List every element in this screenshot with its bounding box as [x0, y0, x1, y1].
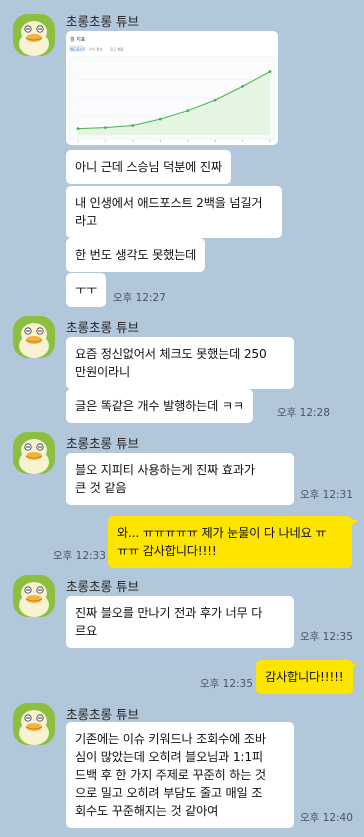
- chart-x-tick-label: 2: [104, 139, 106, 143]
- chart-x-tick-label: 4: [159, 139, 161, 143]
- my-message-bubble: 와... ㅠㅠㅠㅠㅠ 제가 눈물이 다 나네요 ㅠ ㅠㅠ 감사합니다!!!!: [108, 516, 352, 568]
- message-time: 오후 12:28: [277, 407, 330, 419]
- avatar[interactable]: [13, 14, 55, 56]
- chart-tab-0: 애드포스트: [70, 47, 86, 52]
- sender-name: 초롱초롱 튜브: [66, 579, 139, 594]
- message-bubble: 내 인생에서 애드포스트 2백을 넘길거 라고: [66, 186, 282, 238]
- message-time: 오후 12:35: [300, 631, 353, 643]
- chart-point: [268, 70, 272, 73]
- message-bubble: 블오 지피티 사용하는게 진짜 효과가 큰 것 같음: [66, 453, 294, 505]
- chart-point: [131, 124, 135, 127]
- tube-duck-icon: [13, 432, 55, 474]
- message-bubble: ㅜㅜ: [66, 273, 107, 307]
- chart-header-label: 월 지표: [70, 36, 86, 43]
- shared-chart: 월 지표 애드포스트 수익 통계 광고 현황 1 2 3 4 5 6 7 8: [69, 36, 275, 143]
- chart-tab-2: 광고 현황: [110, 47, 124, 52]
- message-time: 오후 12:27: [113, 292, 166, 304]
- chart-x-tick-label: 7: [242, 139, 244, 143]
- message-bubble: 진짜 블오를 만나기 전과 후가 너무 다 르요: [66, 596, 294, 648]
- chart-point: [76, 127, 80, 131]
- shared-image[interactable]: 월 지표 애드포스트 수익 통계 광고 현황 1 2 3 4 5 6 7 8: [66, 31, 278, 145]
- message-time: 오후 12:35: [200, 678, 253, 690]
- chart-point: [213, 98, 217, 102]
- avatar[interactable]: [13, 432, 55, 474]
- message-bubble: 기존에는 이슈 키워드나 조회수에 조바 심이 많았는데 오히려 블오님과 1:…: [66, 722, 294, 828]
- chart-point: [158, 117, 162, 121]
- message-bubble: 요즘 정신없어서 체크도 못했는데 250 만원이라니: [66, 337, 294, 389]
- avatar[interactable]: [13, 316, 55, 358]
- message-time: 오후 12:33: [53, 550, 106, 562]
- tube-duck-icon: [13, 14, 55, 56]
- chart-x-tick-label: 5: [187, 139, 189, 143]
- chart-x-tick-label: 1: [77, 139, 79, 143]
- tube-duck-icon: [13, 703, 55, 745]
- chart-x-tick-label: 3: [132, 139, 134, 143]
- message-bubble: 한 번도 생각도 못했는데: [66, 238, 206, 272]
- chart-x-tick-label: 8: [269, 139, 271, 143]
- my-bubble-tail: [350, 520, 358, 527]
- message-bubble: 글은 똑같은 개수 발행하는데 ㅋㅋ: [66, 389, 253, 423]
- chart-x-tick-label: 6: [214, 139, 216, 143]
- my-message-bubble: 감사합니다!!!!!: [256, 660, 353, 694]
- chart-tab-1: 수익 통계: [89, 47, 103, 52]
- chart-point: [241, 84, 244, 88]
- sender-name: 초롱초롱 튜브: [66, 14, 139, 29]
- sender-name: 초롱초롱 튜브: [66, 707, 139, 722]
- tube-duck-icon: [13, 575, 55, 617]
- avatar[interactable]: [13, 703, 55, 745]
- tube-duck-icon: [13, 316, 55, 358]
- sender-name: 초롱초롱 튜브: [66, 436, 139, 451]
- avatar[interactable]: [13, 575, 55, 617]
- chart-point: [186, 109, 190, 113]
- message-time: 오후 12:40: [300, 812, 353, 824]
- sender-name: 초롱초롱 튜브: [66, 320, 139, 335]
- my-bubble-tail: [349, 664, 357, 671]
- message-time: 오후 12:31: [300, 489, 353, 501]
- message-bubble: 아니 근데 스승님 덕분에 진짜: [66, 150, 231, 184]
- chart-point: [104, 126, 107, 129]
